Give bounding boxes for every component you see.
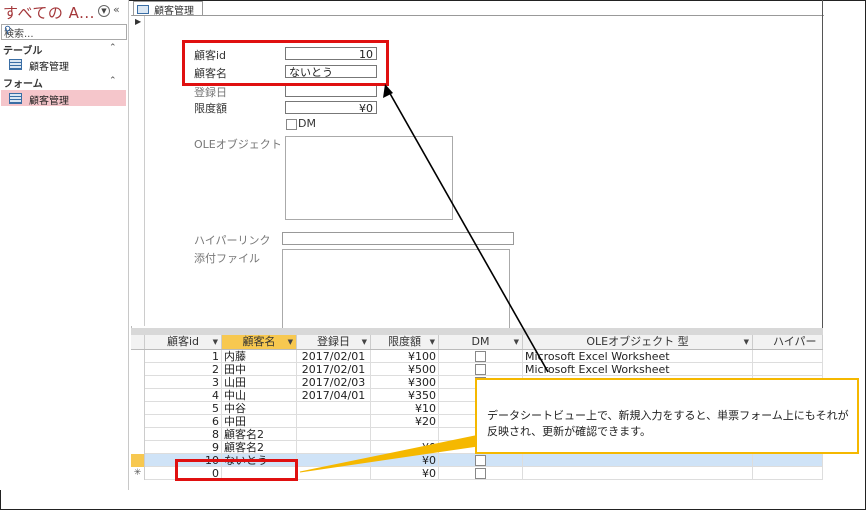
callout-text: データシートビュー上で、新規入力をすると、単票フォーム上にもそれが反映され、更新…: [487, 409, 849, 438]
callout-box: データシートビュー上で、新規入力をすると、単票フォーム上にもそれが反映され、更新…: [475, 378, 859, 454]
arrow-line: [387, 89, 549, 373]
callout-pointer: [299, 435, 479, 473]
